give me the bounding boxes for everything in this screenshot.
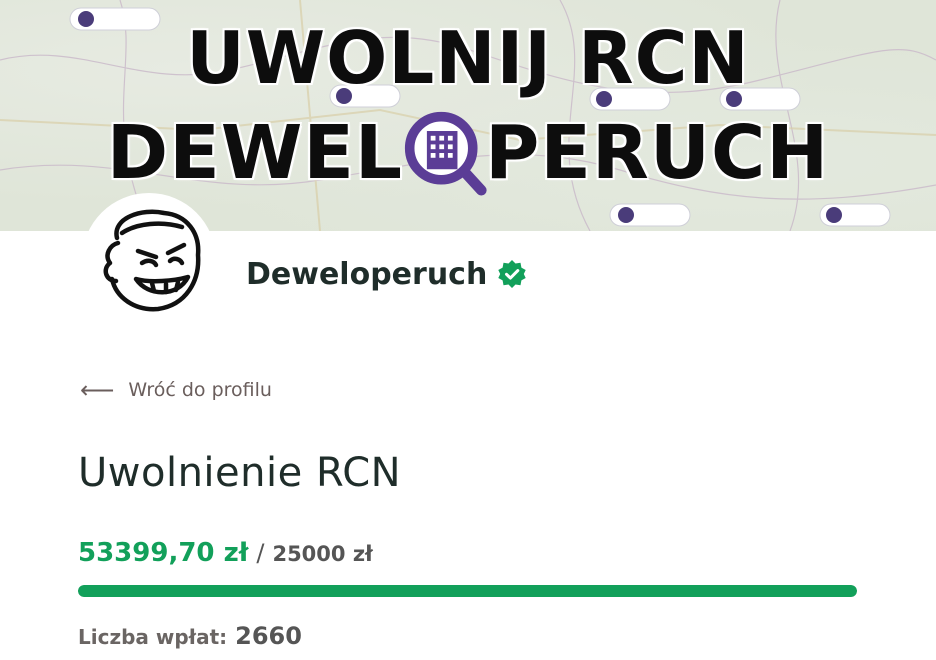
magnifier-building-icon <box>405 111 487 196</box>
profile-name[interactable]: Deweloperuch <box>246 257 487 292</box>
banner-headline-line2-right: PERUCH <box>485 110 830 196</box>
amount-separator: / <box>256 539 265 567</box>
banner-headline-line1: UWOLNIJ RCN <box>186 16 750 100</box>
progress-fill <box>78 585 857 597</box>
grinning-face-avatar-icon <box>103 209 201 312</box>
donations-count: Liczba wpłat: 2660 <box>78 622 302 650</box>
profile-header: Deweloperuch <box>246 254 527 294</box>
donations-value: 2660 <box>235 622 302 650</box>
donations-label: Liczba wpłat: <box>78 625 228 649</box>
campaign-amounts: 53399,70 zł / 25000 zł <box>78 538 373 568</box>
campaign-title: Uwolnienie RCN <box>78 450 402 496</box>
amount-goal: 25000 zł <box>272 542 373 566</box>
back-link-label: Wróć do profilu <box>128 379 272 401</box>
arrow-left-icon: ⟵ <box>80 376 115 404</box>
banner-headline-line2-left: DEWEL <box>106 110 404 196</box>
avatar[interactable] <box>82 193 216 327</box>
banner-headline-line2: DEWEL PERUCH <box>0 110 936 196</box>
back-to-profile-link[interactable]: ⟵ Wróć do profilu <box>80 378 272 402</box>
verified-badge-icon <box>498 260 527 288</box>
progress-bar <box>78 585 857 597</box>
amount-raised: 53399,70 zł <box>78 538 249 568</box>
